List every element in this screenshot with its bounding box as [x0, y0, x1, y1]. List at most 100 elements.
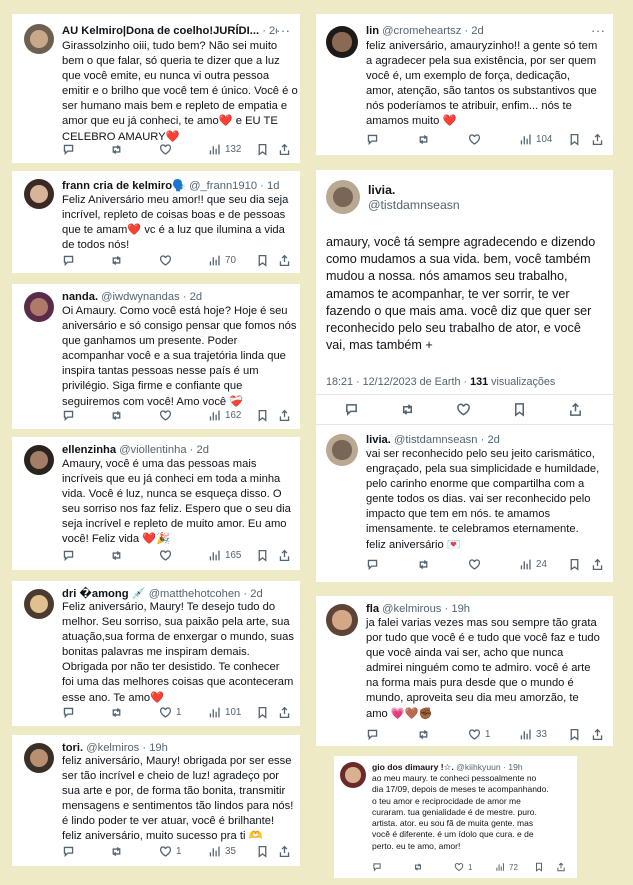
like-button[interactable] [468, 556, 485, 572]
retweet-button[interactable] [417, 556, 430, 572]
avatar[interactable] [24, 24, 54, 54]
share-button[interactable] [278, 843, 291, 859]
like-button[interactable]: 1 [159, 704, 181, 720]
display-name[interactable]: lin [366, 25, 379, 37]
user-handle[interactable]: @kelmiros [86, 742, 139, 754]
share-button[interactable] [591, 726, 604, 742]
tweet-time[interactable]: · 2d [464, 25, 483, 37]
user-handle[interactable]: @kiihkyuun [456, 762, 501, 772]
reply-button[interactable] [62, 141, 75, 157]
retweet-button[interactable] [413, 861, 423, 873]
bookmark-button[interactable] [256, 407, 269, 423]
like-button[interactable] [159, 547, 176, 563]
display-name[interactable]: nanda. [62, 291, 98, 303]
bookmark-button[interactable] [568, 131, 581, 147]
avatar[interactable] [24, 179, 54, 209]
reply-button[interactable] [366, 131, 379, 147]
more-dots-icon[interactable]: ··· [276, 24, 291, 37]
like-button[interactable]: 1 [159, 843, 181, 859]
tweet-card[interactable]: tori. @kelmiros · 19h feliz aniversário,… [12, 735, 300, 866]
bookmark-button[interactable] [256, 141, 269, 157]
display-name[interactable]: gio dos dimaury !☆. [372, 762, 454, 772]
like-button[interactable] [456, 401, 471, 417]
share-button[interactable] [591, 131, 604, 147]
display-name[interactable]: ellenzinha [62, 444, 116, 456]
like-button[interactable] [159, 252, 176, 268]
display-name[interactable]: tori. [62, 742, 83, 754]
views-button[interactable]: 132 [208, 141, 241, 157]
tweet-time[interactable]: · 2d [481, 434, 500, 446]
avatar[interactable] [326, 434, 358, 466]
display-name[interactable]: livia. [368, 183, 395, 197]
display-name[interactable]: dri �among 💉 [62, 588, 146, 600]
tweet-time[interactable]: · 2d [262, 25, 277, 37]
more-dots-icon[interactable]: ··· [591, 24, 606, 37]
share-button[interactable] [278, 141, 291, 157]
reply-button[interactable] [62, 547, 75, 563]
reply-button[interactable] [62, 843, 75, 859]
tweet-card[interactable]: lin @cromeheartsz · 2d ··· feliz anivers… [316, 14, 613, 155]
avatar[interactable] [326, 180, 360, 214]
share-button[interactable] [278, 407, 291, 423]
display-name[interactable]: frann cria de kelmiro🗣️ [62, 180, 186, 192]
retweet-button[interactable] [110, 704, 123, 720]
views-button[interactable]: 162 [208, 407, 241, 423]
reply-button[interactable] [62, 407, 75, 423]
bookmark-button[interactable] [568, 726, 581, 742]
like-button[interactable]: 1 [454, 861, 472, 873]
display-name[interactable]: AU Kelmiro|Dona de coelho!JURÍDI... [62, 25, 259, 37]
reply-button[interactable] [62, 252, 75, 268]
bookmark-button[interactable] [256, 547, 269, 563]
tweet-card[interactable]: AU Kelmiro|Dona de coelho!JURÍDI... · 2d… [12, 14, 300, 163]
like-button[interactable] [159, 141, 176, 157]
tweet-card[interactable]: dri �among 💉 @matthehotcohen · 2d Feliz … [12, 581, 300, 726]
reply-button[interactable] [62, 704, 75, 720]
share-button[interactable] [568, 401, 583, 417]
share-button[interactable] [556, 861, 566, 873]
bookmark-button[interactable] [568, 556, 581, 572]
tweet-card[interactable]: fla @kelmirous · 19h ja falei varias vez… [316, 596, 613, 746]
avatar[interactable] [24, 743, 54, 773]
tweet-card-expanded[interactable]: livia. @tistdamnseasn amaury, você tá se… [316, 170, 613, 582]
avatar[interactable] [24, 445, 54, 475]
tweet-time[interactable]: · 2d [183, 291, 202, 303]
reply-button[interactable] [344, 401, 359, 417]
avatar[interactable] [24, 292, 54, 322]
display-name[interactable]: livia. [366, 434, 391, 446]
views-button[interactable]: 33 [519, 726, 547, 742]
share-button[interactable] [278, 547, 291, 563]
user-handle[interactable]: @matthehotcohen [149, 588, 241, 600]
tweet-card[interactable]: nanda. @iwdwynandas · 2d Oi Amaury. Como… [12, 284, 300, 429]
user-handle[interactable]: @kelmirous [382, 603, 441, 615]
tweet-time[interactable]: · 2d [243, 588, 262, 600]
user-handle[interactable]: @_frann1910 [189, 180, 257, 192]
like-button[interactable] [468, 131, 485, 147]
views-button[interactable]: 35 [208, 843, 236, 859]
tweet-card[interactable]: frann cria de kelmiro🗣️ @_frann1910 · 1d… [12, 171, 300, 273]
tweet-time[interactable]: · 2d [190, 444, 209, 456]
reply-button[interactable] [366, 556, 379, 572]
user-handle[interactable]: @tistdamnseasn [394, 434, 478, 446]
tweet-time[interactable]: · 19h [142, 742, 168, 754]
bookmark-button[interactable] [256, 843, 269, 859]
tweet-time[interactable]: · 19h [503, 762, 523, 772]
views-button[interactable]: 24 [519, 556, 547, 572]
reply-button[interactable] [366, 726, 379, 742]
user-handle[interactable]: @viollentinha [119, 444, 186, 456]
share-button[interactable] [278, 704, 291, 720]
tweet-time[interactable]: · 1d [260, 180, 279, 192]
share-button[interactable] [278, 252, 291, 268]
tweet-time[interactable]: · 19h [445, 603, 471, 615]
tweet-card[interactable]: ellenzinha @viollentinha · 2d Amaury, vo… [12, 437, 300, 570]
retweet-button[interactable] [110, 407, 123, 423]
tweet-card[interactable]: gio dos dimaury !☆. @kiihkyuun · 19h ao … [334, 756, 577, 878]
views-button[interactable]: 70 [208, 252, 236, 268]
avatar[interactable] [326, 26, 358, 58]
like-button[interactable] [159, 407, 176, 423]
retweet-button[interactable] [400, 401, 415, 417]
tweet-timestamp[interactable]: 18:21 · 12/12/2023 de Earth · [326, 376, 470, 388]
views-button[interactable]: 72 [495, 861, 518, 873]
share-button[interactable] [591, 556, 604, 572]
views-button[interactable]: 104 [519, 131, 552, 147]
bookmark-button[interactable] [534, 861, 544, 873]
